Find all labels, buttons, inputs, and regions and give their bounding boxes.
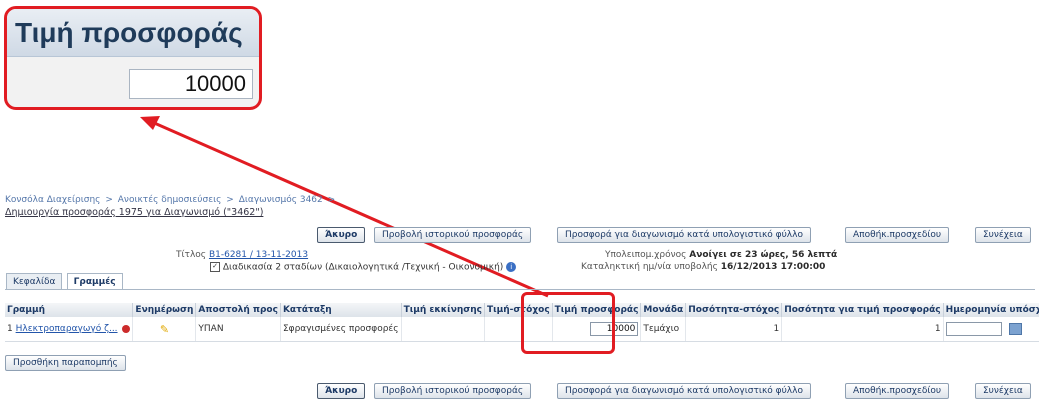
page-title: Δημιουργία προσφοράς 1975 για Διαγωνισμό… (5, 207, 264, 218)
save-draft-button[interactable]: Αποθήκ.προσχεδίου (845, 227, 950, 243)
remaining-time-row: Υπολειπομ.χρόνος Ανοίγει σε 23 ώρες, 56 … (605, 250, 838, 260)
col-start-price: Τιμή εκκίνησης (401, 303, 485, 317)
bid-history-button[interactable]: Προβολή ιστορικού προσφοράς (374, 227, 532, 243)
col-unit: Μονάδα (640, 303, 687, 317)
spreadsheet-bid-button-bottom[interactable]: Προσφορά για διαγωνισμό κατά υπολογιστικ… (557, 383, 811, 399)
zoom-bid-price-input[interactable]: 10000 (129, 69, 253, 99)
add-reference-button[interactable]: Προσθήκη παραπομπής (5, 355, 126, 371)
bid-price-highlight (521, 292, 615, 354)
col-update: Ενημέρωση (132, 303, 197, 317)
procedure-checkbox[interactable]: ✓ (210, 262, 220, 272)
zoom-column-header: Τιμή προσφοράς (7, 9, 259, 57)
zoom-callout: Τιμή προσφοράς 10000 (4, 6, 262, 110)
line-item-link[interactable]: Ηλεκτροπαραγωγό ζ... (16, 324, 118, 334)
continue-button[interactable]: Συνέχεια (975, 227, 1031, 243)
bid-history-button-bottom[interactable]: Προβολή ιστορικού προσφοράς (374, 383, 532, 399)
title-row: Τίτλος Β1-6281 / 13-11-2013 (176, 250, 309, 260)
breadcrumb-open-publications[interactable]: Ανοικτές δημοσιεύσεις (118, 195, 222, 205)
cancel-button[interactable]: Άκυρο (317, 227, 366, 243)
target-qty-cell: 1 (685, 317, 783, 342)
start-price-cell (401, 317, 485, 342)
breadcrumb-console[interactable]: Κονσόλα Διαχείρισης (5, 195, 100, 205)
tab-lines[interactable]: Γραμμές (66, 273, 123, 289)
col-target-qty: Ποσότητα-στόχος (685, 303, 783, 317)
bid-qty-cell: 1 (781, 317, 944, 342)
tab-bar: Κεφαλίδα Γραμμές (6, 273, 124, 289)
save-draft-button-bottom[interactable]: Αποθήκ.προσχεδίου (845, 383, 950, 399)
calendar-icon[interactable] (1008, 323, 1022, 335)
cancel-button-bottom[interactable]: Άκυρο (317, 383, 366, 399)
unit-cell: Τεμάχιο (640, 317, 687, 342)
warning-icon (122, 324, 131, 333)
deadline-row: Καταληκτική ημ/νία υποβολής 16/12/2013 1… (581, 262, 826, 272)
col-promise-date: Ημερομηνία υπόσχεσης (943, 303, 1039, 317)
col-bid-qty: Ποσότητα για τιμή προσφοράς (781, 303, 944, 317)
info-icon[interactable]: i (506, 262, 517, 272)
title-link[interactable]: Β1-6281 / 13-11-2013 (209, 250, 308, 260)
breadcrumb: Κονσόλα Διαχείρισης > Ανοικτές δημοσιεύσ… (5, 195, 336, 205)
pencil-icon[interactable]: ✎ (160, 323, 169, 336)
continue-button-bottom[interactable]: Συνέχεια (975, 383, 1031, 399)
promise-date-input[interactable] (945, 322, 1002, 336)
breadcrumb-tender[interactable]: Διαγωνισμός 3462 (239, 195, 323, 205)
tab-divider (5, 289, 1035, 290)
ship-to-cell: ΥΠΑΝ (195, 317, 281, 342)
col-line: Γραμμή (5, 303, 134, 317)
col-rank: Κατάταξη (280, 303, 402, 317)
tab-header[interactable]: Κεφαλίδα (6, 273, 63, 289)
rank-cell: Σφραγισμένες προσφορές (280, 317, 402, 342)
procedure-row: ✓ Διαδικασία 2 σταδίων (Δικαιολογητικά /… (210, 262, 517, 273)
col-ship-to: Αποστολή προς (195, 303, 281, 317)
spreadsheet-bid-button[interactable]: Προσφορά για διαγωνισμό κατά υπολογιστικ… (557, 227, 811, 243)
